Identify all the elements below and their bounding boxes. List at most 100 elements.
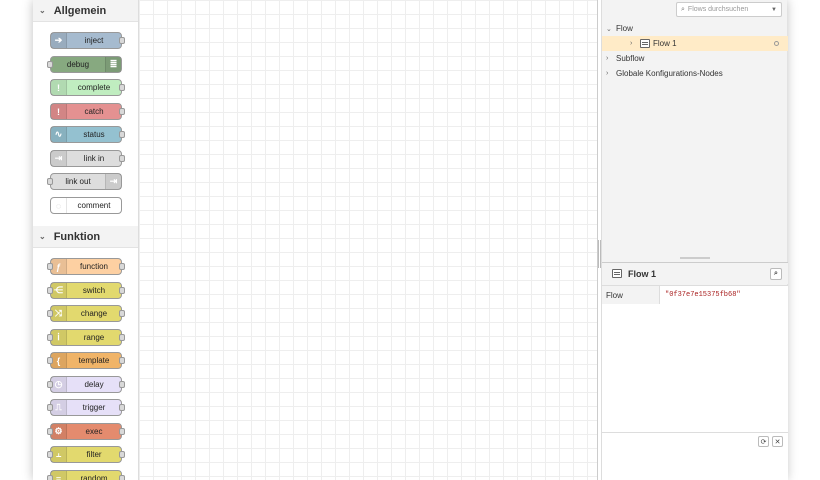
sidebar-splitter-grip[interactable] (680, 257, 710, 259)
palette-node-comment[interactable]: ◌ comment (50, 197, 122, 214)
pulse-icon: ∿ (51, 127, 67, 142)
list-icon: ≣ (105, 57, 121, 72)
input-port (47, 381, 53, 388)
input-port (47, 310, 53, 317)
filter-icon: ⫠ (51, 447, 67, 462)
info-row: Flow "0f37e7e15375fb68" (602, 286, 788, 304)
info-header: Flow 1 ⌕ (602, 262, 788, 284)
palette-category-body (33, 22, 138, 226)
palette-node-link-in[interactable]: ⇥ link in (50, 150, 125, 167)
exclamation-icon: ! (51, 80, 67, 95)
tree-group-subflow[interactable]: › Subflow (602, 51, 788, 66)
range-icon: ⅰ (51, 330, 67, 345)
output-port (119, 84, 125, 91)
search-button[interactable]: ⌕ (770, 268, 782, 280)
palette-node-label: range (83, 333, 105, 342)
output-port (119, 475, 125, 480)
palette-node-inject[interactable]: ➔ inject (50, 32, 125, 49)
flow-icon (612, 269, 622, 278)
palette-node-debug[interactable]: debug ≣ (47, 56, 122, 73)
input-port (47, 404, 53, 411)
tree-group-label: Subflow (616, 54, 645, 63)
template-icon: { (51, 353, 67, 368)
palette-node-label: exec (85, 427, 103, 436)
chevron-down-icon[interactable]: ⌄ (39, 6, 46, 15)
output-port (119, 381, 125, 388)
info-row-value[interactable]: "0f37e7e15375fb68" (660, 291, 741, 299)
palette-node-label: status (83, 130, 105, 139)
chevron-down-icon[interactable]: ⌄ (39, 232, 46, 241)
tree-group-label: Globale Konfigurations-Nodes (616, 69, 723, 78)
output-port (119, 357, 125, 364)
palette-category-header[interactable]: ⌄ Funktion (33, 226, 138, 248)
chevron-right-icon[interactable]: › (630, 40, 640, 47)
info-body (602, 304, 788, 432)
palette-node-trigger[interactable]: ⎍ trigger (47, 399, 125, 416)
output-port (119, 334, 125, 341)
palette-node-label: switch (82, 286, 106, 295)
chevron-down-icon[interactable]: ⌄ (606, 25, 616, 33)
output-port (119, 287, 125, 294)
palette-node-change[interactable]: ⤨ change (47, 305, 125, 322)
palette-node-catch[interactable]: ! catch (50, 103, 125, 120)
clock-icon: ◷ (51, 377, 67, 392)
palette-node-delay[interactable]: ◷ delay (47, 376, 125, 393)
input-port (47, 475, 53, 480)
output-port (119, 37, 125, 44)
status-dot-icon (774, 41, 779, 46)
refresh-button[interactable]: ⟳ (758, 436, 769, 447)
tree-item-label: Flow 1 (653, 39, 677, 48)
flows-search-placeholder: Flows durchsuchen (687, 6, 749, 13)
output-port (119, 131, 125, 138)
chevron-right-icon[interactable]: › (606, 55, 616, 62)
close-button[interactable]: ✕ (772, 436, 783, 447)
palette-node-link-out[interactable]: link out ⇥ (47, 173, 122, 190)
output-port (119, 155, 125, 162)
input-port (47, 61, 53, 68)
input-port (47, 428, 53, 435)
palette-node-label: catch (84, 107, 104, 116)
palette-node-random[interactable]: ≡ random (47, 470, 125, 480)
palette-node-label: filter (86, 450, 102, 459)
palette-node-label: link out (65, 177, 91, 186)
arrow-right-icon: ➔ (51, 33, 67, 48)
input-port (47, 357, 53, 364)
palette-node-complete[interactable]: ! complete (50, 79, 125, 96)
palette-node-exec[interactable]: ⚙ exec (47, 423, 125, 440)
palette-node-label: change (80, 309, 108, 318)
trigger-icon: ⎍ (51, 400, 67, 415)
link-icon: ⇥ (51, 151, 67, 166)
palette-node-label: function (79, 262, 109, 271)
flow-icon (640, 39, 650, 48)
tree-item-flow-1[interactable]: › Flow 1 (602, 36, 788, 51)
palette-category-label: Funktion (53, 230, 101, 243)
palette-category-label: Allgemein (53, 4, 107, 17)
flow-workspace[interactable] (139, 0, 598, 480)
shuffle-icon: ⤨ (51, 306, 67, 321)
input-port (47, 334, 53, 341)
info-table: Flow "0f37e7e15375fb68" (602, 285, 788, 305)
flows-search-input[interactable]: ⌕ Flows durchsuchen ▼ (676, 2, 782, 17)
palette-node-function[interactable]: ƒ function (47, 258, 125, 275)
palette-node-template[interactable]: {template (47, 352, 125, 369)
input-port (47, 178, 53, 185)
chevron-down-icon[interactable]: ▼ (771, 7, 777, 13)
palette-category-header[interactable]: ⌄ Allgemein (33, 0, 138, 22)
palette-node-switch[interactable]: ⋲ switch (47, 282, 125, 299)
link-icon: ⇥ (105, 174, 121, 189)
chevron-right-icon[interactable]: › (606, 70, 616, 77)
tree-group-flow[interactable]: ⌄ Flow (602, 21, 788, 36)
tree-group-config-nodes[interactable]: › Globale Konfigurations-Nodes (602, 66, 788, 81)
function-icon: ƒ (51, 259, 67, 274)
palette-node-label: inject (84, 36, 104, 45)
output-port (119, 108, 125, 115)
palette-node-label: complete (77, 83, 111, 92)
output-port (119, 451, 125, 458)
palette-node-filter[interactable]: ⫠ filter (47, 446, 125, 463)
comment-icon: ◌ (51, 198, 67, 213)
palette-node-range[interactable]: ⅰ range (47, 329, 125, 346)
palette-node-status[interactable]: ∿ status (50, 126, 125, 143)
input-port (47, 263, 53, 270)
input-port (47, 451, 53, 458)
cog-icon: ⚙ (51, 424, 67, 439)
